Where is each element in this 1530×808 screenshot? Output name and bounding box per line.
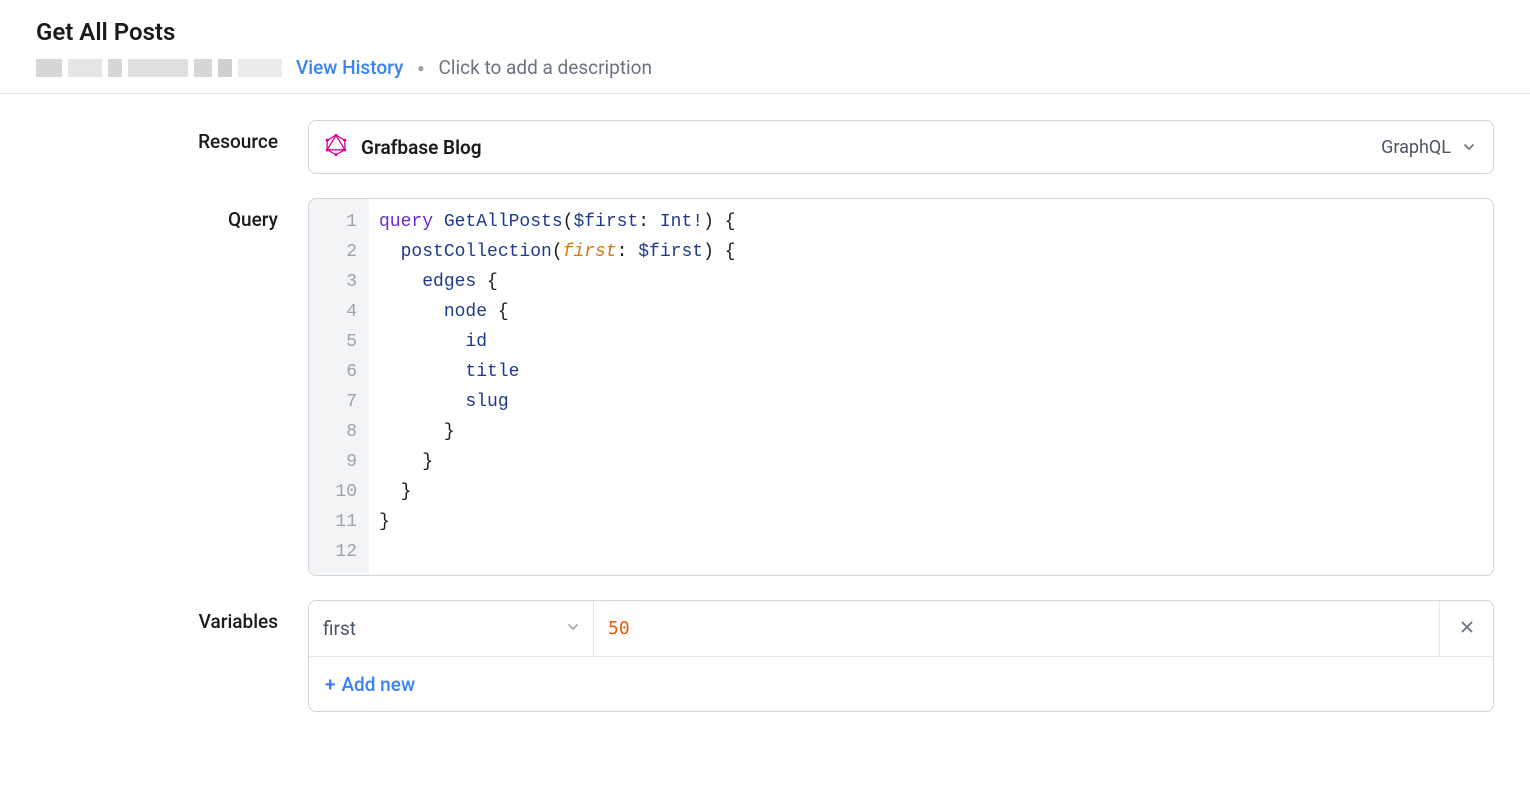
graphql-icon: [325, 134, 347, 160]
query-editor[interactable]: 123456789101112 query GetAllPosts($first…: [308, 198, 1494, 576]
variable-key-select[interactable]: first: [309, 601, 594, 656]
separator-dot: ●: [417, 61, 424, 75]
variable-key-label: first: [323, 617, 356, 640]
line-number-gutter: 123456789101112: [309, 199, 369, 575]
page-title: Get All Posts: [36, 18, 1494, 46]
redacted-meta: [36, 59, 282, 77]
plus-icon: +: [325, 673, 335, 696]
resource-label: Resource: [36, 120, 308, 153]
resource-name: Grafbase Blog: [361, 136, 1381, 159]
remove-variable-button[interactable]: [1439, 601, 1493, 656]
variables-label: Variables: [36, 600, 308, 633]
description-input[interactable]: Click to add a description: [439, 56, 652, 79]
resource-select[interactable]: Grafbase Blog GraphQL: [308, 120, 1494, 174]
query-label: Query: [36, 198, 308, 231]
add-variable-button[interactable]: + Add new: [309, 657, 1493, 711]
code-content[interactable]: query GetAllPosts($first: Int!) { postCo…: [369, 199, 1493, 575]
variable-value-cell: [594, 601, 1439, 656]
chevron-down-icon: [565, 617, 581, 640]
add-new-label: Add new: [341, 673, 415, 696]
variables-box: first + Add: [308, 600, 1494, 712]
variable-value-input[interactable]: [608, 618, 1425, 639]
view-history-link[interactable]: View History: [296, 56, 403, 79]
resource-type: GraphQL: [1381, 137, 1451, 158]
variable-row: first: [309, 601, 1493, 657]
close-icon: [1458, 618, 1476, 640]
subheader: View History ● Click to add a descriptio…: [36, 56, 1494, 79]
chevron-down-icon: [1461, 139, 1477, 155]
